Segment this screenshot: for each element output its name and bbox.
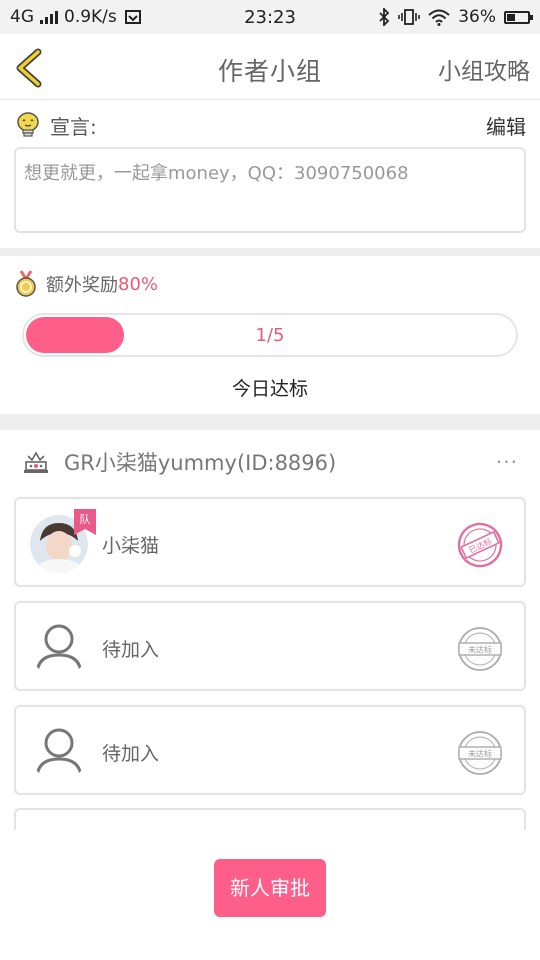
user-placeholder-icon	[30, 826, 88, 830]
back-button[interactable]	[12, 48, 46, 88]
slogan-header: 宣言: 编辑	[14, 110, 526, 140]
reward-label: 额外奖励	[46, 275, 118, 296]
section-divider	[0, 414, 540, 430]
network-type: 4G	[10, 7, 34, 27]
member-list: 队 小柒猫 已达标 待加入 未达标 待加入 未达标	[14, 497, 526, 830]
network-speed: 0.9K/s	[64, 7, 117, 27]
reward-header: 额外奖励 80%	[14, 270, 158, 298]
slogan-text-box[interactable]: 想更就更，一起拿money，QQ：3090750068	[14, 147, 526, 233]
section-divider	[0, 248, 540, 256]
member-card[interactable]: 队 小柒猫 已达标	[14, 497, 526, 587]
stamp-text: 未达标	[468, 645, 492, 655]
lamp-mascot-icon	[17, 112, 39, 137]
leader-badge: 队	[74, 509, 96, 535]
medal-icon	[16, 270, 36, 297]
member-name: 小柒猫	[102, 535, 160, 557]
header: 作者小组 小组攻略	[0, 34, 540, 100]
slogan-section: 宣言: 编辑 想更就更，一起拿money，QQ：3090750068	[0, 100, 540, 248]
edit-slogan-button[interactable]: 编辑	[486, 111, 526, 140]
goal-unmet-stamp-icon: 未达标	[458, 731, 502, 775]
group-name: GR小柒猫yummy(ID:8896)	[64, 451, 337, 475]
bluetooth-icon	[379, 8, 390, 26]
status-left: 4G 0.9K/s	[10, 7, 143, 27]
group-header: GR小柒猫yummy(ID:8896) ···	[0, 430, 540, 494]
goal-unmet-stamp-icon: 未达标	[458, 627, 502, 671]
goal-label: 今日达标	[231, 378, 308, 400]
slogan-label: 宣言:	[50, 114, 97, 139]
battery-icon	[504, 10, 533, 24]
more-options-button[interactable]: ···	[496, 450, 518, 474]
member-card[interactable]: 待加入 未达标	[14, 601, 526, 691]
member-card-partial[interactable]	[14, 808, 526, 830]
daily-progress-bar: 1/5	[22, 313, 518, 357]
member-name: 待加入	[102, 743, 160, 765]
stamp-text: 未达标	[468, 749, 492, 759]
signal-icon	[40, 10, 58, 24]
reward-section: 额外奖励 80% 1/5 今日达标	[0, 256, 540, 414]
status-bar: 4G 0.9K/s 23:23 36%	[0, 0, 540, 34]
progress-text: 1/5	[255, 325, 285, 346]
new-member-approval-button[interactable]: 新人审批	[214, 859, 326, 917]
user-placeholder-icon	[35, 624, 83, 676]
status-right: 36%	[378, 7, 533, 27]
screenshot-icon	[124, 10, 141, 24]
battery-percent: 36%	[458, 7, 496, 27]
wifi-icon	[428, 9, 450, 26]
member-name: 待加入	[102, 639, 160, 661]
vibrate-icon	[398, 9, 421, 25]
group-guide-link[interactable]: 小组攻略	[438, 52, 530, 86]
leader-badge-text: 队	[80, 512, 91, 526]
crown-icon	[24, 451, 48, 473]
reward-percent: 80%	[118, 273, 159, 295]
member-card[interactable]: 待加入 未达标	[14, 705, 526, 795]
user-placeholder-icon	[35, 728, 83, 780]
goal-met-stamp-icon: 已达标	[457, 522, 503, 568]
